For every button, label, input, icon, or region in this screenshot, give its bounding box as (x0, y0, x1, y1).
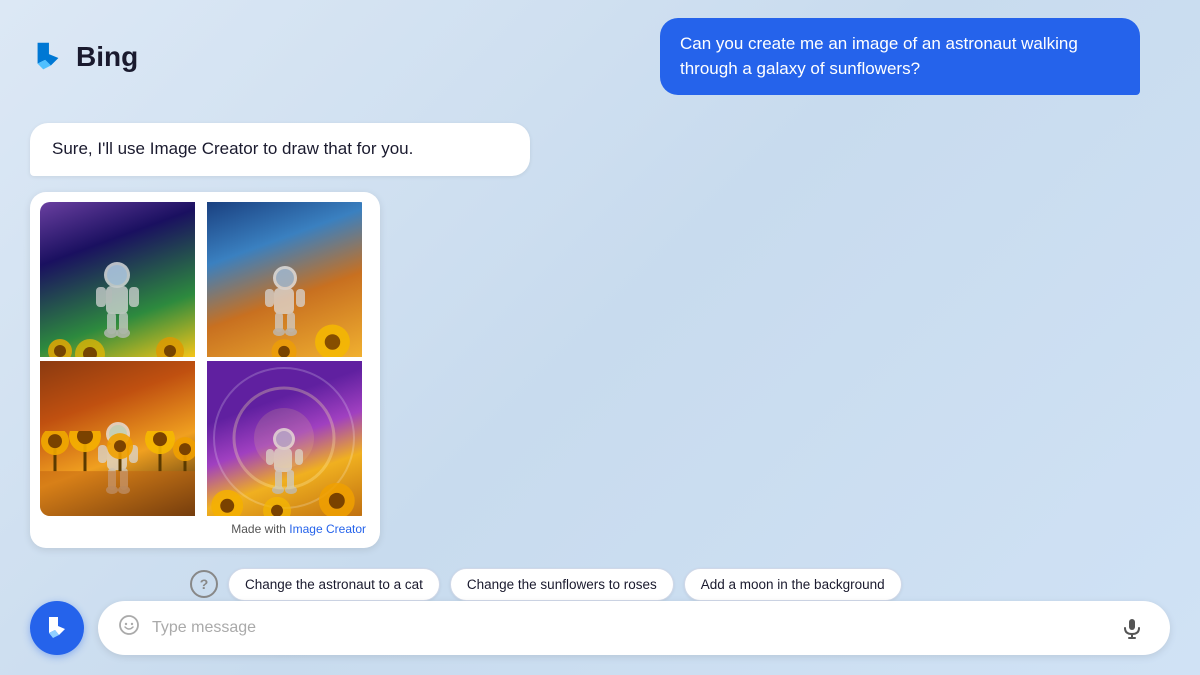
header: Bing Can you create me an image of an as… (0, 0, 1200, 113)
generated-image-3[interactable] (40, 361, 195, 516)
image-grid-card: Made with Image Creator (30, 192, 380, 548)
generated-image-1[interactable] (40, 202, 195, 357)
input-bar: Type message (98, 601, 1170, 655)
image-credit: Made with Image Creator (40, 516, 370, 538)
generated-image-4[interactable] (207, 361, 362, 516)
image-grid (40, 202, 370, 516)
bing-logo-icon (30, 39, 66, 75)
suggestions-row: ? Change the astronaut to a cat Change t… (30, 568, 1170, 601)
bing-chat-button[interactable] (30, 601, 84, 655)
bing-logo: Bing (30, 39, 138, 75)
image-creator-link[interactable]: Image Creator (289, 522, 366, 536)
chat-icon (118, 614, 140, 642)
microphone-button[interactable] (1114, 610, 1150, 646)
suggestion-chip-2[interactable]: Change the sunflowers to roses (450, 568, 674, 601)
input-placeholder[interactable]: Type message (152, 619, 1102, 637)
bot-message: Sure, I'll use Image Creator to draw tha… (30, 123, 530, 176)
suggestion-chip-3[interactable]: Add a moon in the background (684, 568, 902, 601)
generated-image-2[interactable] (207, 202, 362, 357)
chat-area: Sure, I'll use Image Creator to draw tha… (0, 113, 1200, 611)
bing-logo-text: Bing (76, 41, 138, 73)
user-message: Can you create me an image of an astrona… (660, 18, 1140, 95)
input-bar-wrapper: Type message (30, 601, 1170, 655)
suggestion-chip-1[interactable]: Change the astronaut to a cat (228, 568, 440, 601)
help-icon[interactable]: ? (190, 570, 218, 598)
